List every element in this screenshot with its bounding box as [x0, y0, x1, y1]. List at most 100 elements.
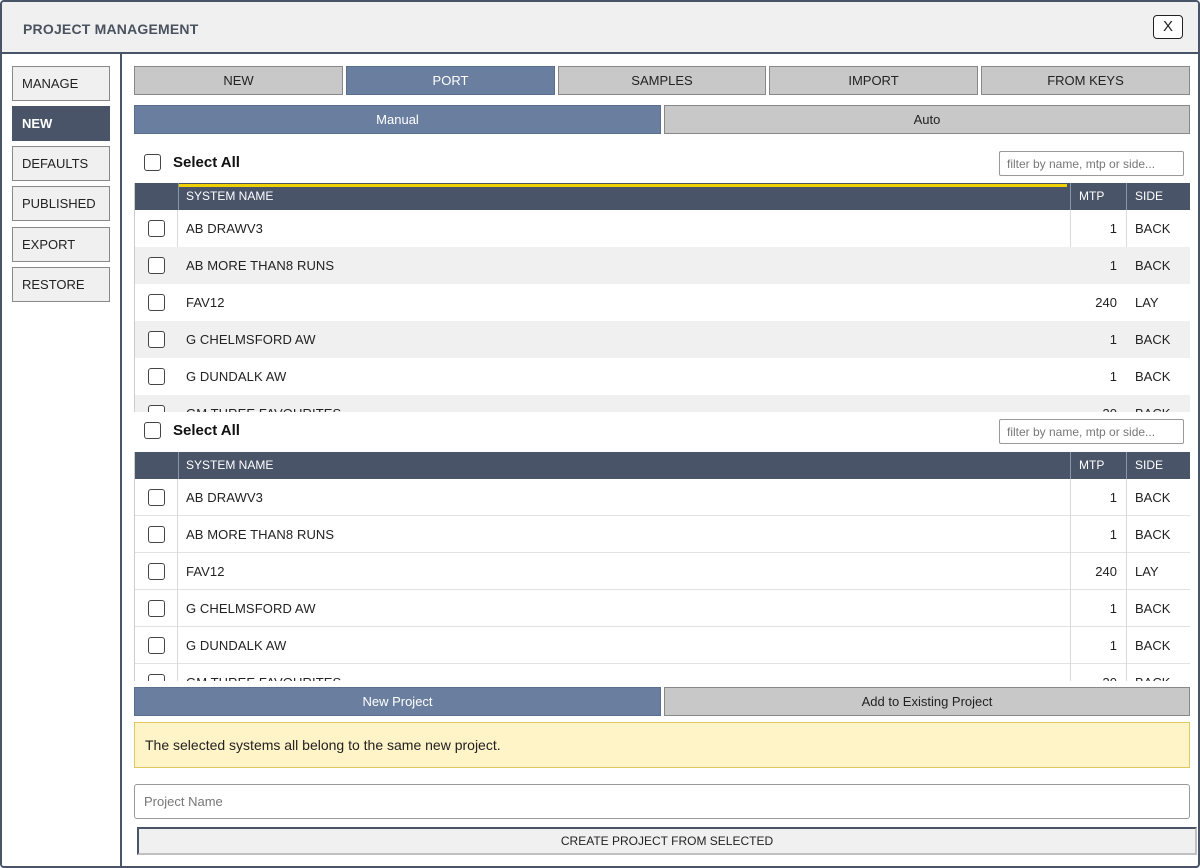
row-checkbox[interactable]	[148, 257, 165, 274]
table-row[interactable]: G DUNDALK AW 1 BACK	[135, 358, 1190, 395]
row-checkbox[interactable]	[148, 405, 165, 412]
row-mtp: 1	[1109, 490, 1117, 505]
row-system-name: AB MORE THAN8 RUNS	[186, 258, 335, 273]
row-mtp: 1	[1109, 601, 1117, 616]
tab-auto[interactable]: Auto	[664, 105, 1190, 134]
row-system-name: AB MORE THAN8 RUNS	[186, 527, 335, 542]
row-system-name: G CHELMSFORD AW	[186, 601, 316, 616]
row-system-name: GM THREE FAVOURITES	[186, 395, 341, 412]
row-system-name: AB DRAWV3	[186, 221, 263, 236]
sidebar-item-restore[interactable]: RESTORE	[12, 267, 110, 302]
row-checkbox[interactable]	[148, 294, 165, 311]
tab-port[interactable]: PORT	[346, 66, 555, 95]
add-to-existing-project-button[interactable]: Add to Existing Project	[664, 687, 1190, 716]
table-row[interactable]: G CHELMSFORD AW 1 BACK	[135, 590, 1190, 627]
filter-input-2[interactable]	[999, 419, 1184, 444]
project-management-dialog: PROJECT MANAGEMENT X MANAGE NEW DEFAULTS…	[0, 0, 1200, 868]
create-project-button[interactable]: CREATE PROJECT FROM SELECTED	[137, 827, 1197, 855]
table-row[interactable]: FAV12 240 LAY	[135, 284, 1190, 321]
tab-manual[interactable]: Manual	[134, 105, 661, 134]
table-row[interactable]: GM THREE FAVOURITES 30 BACK	[135, 395, 1190, 412]
sort-indicator	[179, 184, 1067, 187]
row-system-name: G CHELMSFORD AW	[186, 332, 316, 347]
row-checkbox[interactable]	[148, 526, 165, 543]
table-row[interactable]: FAV12 240 LAY	[135, 553, 1190, 590]
sidebar-item-new[interactable]: NEW	[12, 106, 110, 141]
new-project-button[interactable]: New Project	[134, 687, 661, 716]
table-row[interactable]: G DUNDALK AW 1 BACK	[135, 627, 1190, 664]
notice-message: The selected systems all belong to the s…	[134, 722, 1190, 768]
row-side: BACK	[1135, 664, 1170, 681]
row-mtp: 30	[1069, 664, 1117, 681]
grid-header-2: SYSTEM NAME MTP SIDE	[135, 452, 1190, 479]
systems-grid-2: SYSTEM NAME MTP SIDE AB DRAWV3 1 BACK AB…	[134, 452, 1190, 681]
row-mtp: 1	[1109, 221, 1117, 236]
row-system-name: GM THREE FAVOURITES	[186, 664, 341, 681]
filter-input-1[interactable]	[999, 151, 1184, 176]
column-header-mtp[interactable]: MTP	[1079, 452, 1104, 479]
tab-import[interactable]: IMPORT	[769, 66, 978, 95]
row-side: BACK	[1135, 527, 1171, 542]
table-row[interactable]: AB DRAWV3 1 BACK	[135, 479, 1190, 516]
grid-header-1: SYSTEM NAME MTP SIDE	[135, 183, 1190, 210]
table-row[interactable]: GM THREE FAVOURITES 30 BACK	[135, 664, 1190, 681]
row-checkbox[interactable]	[148, 674, 165, 681]
column-header-side[interactable]: SIDE	[1135, 183, 1163, 210]
table-row[interactable]: AB MORE THAN8 RUNS 1 BACK	[135, 247, 1190, 284]
sidebar-item-export[interactable]: EXPORT	[12, 227, 110, 262]
row-checkbox[interactable]	[148, 368, 165, 385]
table-row[interactable]: G CHELMSFORD AW 1 BACK	[135, 321, 1190, 358]
row-checkbox[interactable]	[148, 563, 165, 580]
sidebar-item-manage[interactable]: MANAGE	[12, 66, 110, 101]
title-bar: PROJECT MANAGEMENT X	[2, 2, 1198, 54]
tab-samples[interactable]: SAMPLES	[558, 66, 766, 95]
row-side: BACK	[1135, 369, 1171, 384]
row-side: BACK	[1135, 601, 1171, 616]
select-all-2: Select All	[144, 422, 240, 442]
row-mtp: 1	[1109, 527, 1117, 542]
table-row[interactable]: AB DRAWV3 1 BACK	[135, 210, 1190, 247]
select-all-checkbox-2[interactable]	[144, 422, 161, 440]
project-name-input[interactable]	[134, 784, 1190, 819]
systems-grid-1: SYSTEM NAME MTP SIDE AB DRAWV3 1 BACK AB…	[134, 183, 1190, 412]
row-mtp: 30	[1069, 395, 1117, 412]
close-button[interactable]: X	[1153, 15, 1183, 39]
row-mtp: 240	[1095, 564, 1117, 579]
row-side: BACK	[1135, 221, 1171, 236]
row-system-name: G DUNDALK AW	[186, 638, 287, 653]
column-header-side[interactable]: SIDE	[1135, 452, 1163, 479]
tab-new[interactable]: NEW	[134, 66, 343, 95]
row-checkbox[interactable]	[148, 600, 165, 617]
sidebar-item-defaults[interactable]: DEFAULTS	[12, 146, 110, 181]
row-mtp: 1	[1109, 638, 1117, 653]
row-side: LAY	[1135, 564, 1159, 579]
tab-from-keys[interactable]: FROM KEYS	[981, 66, 1190, 95]
row-system-name: G DUNDALK AW	[186, 369, 287, 384]
table-row[interactable]: AB MORE THAN8 RUNS 1 BACK	[135, 516, 1190, 553]
row-system-name: AB DRAWV3	[186, 490, 263, 505]
column-header-system-name[interactable]: SYSTEM NAME	[186, 452, 273, 479]
row-side: LAY	[1135, 295, 1159, 310]
row-mtp: 1	[1109, 258, 1117, 273]
row-side: BACK	[1135, 395, 1170, 412]
select-all-checkbox-1[interactable]	[144, 154, 161, 172]
column-header-mtp[interactable]: MTP	[1079, 183, 1104, 210]
row-side: BACK	[1135, 258, 1171, 273]
dialog-title: PROJECT MANAGEMENT	[23, 21, 199, 37]
row-system-name: FAV12	[186, 564, 225, 579]
row-mtp: 1	[1109, 332, 1117, 347]
row-side: BACK	[1135, 490, 1171, 505]
row-checkbox[interactable]	[148, 637, 165, 654]
row-side: BACK	[1135, 332, 1171, 347]
select-all-1: Select All	[144, 154, 240, 174]
column-header-system-name[interactable]: SYSTEM NAME	[186, 183, 273, 210]
row-mtp: 240	[1095, 295, 1117, 310]
select-all-label-2: Select All	[173, 422, 240, 439]
sidebar-item-published[interactable]: PUBLISHED	[12, 186, 110, 221]
select-all-label-1: Select All	[173, 154, 240, 171]
row-checkbox[interactable]	[148, 220, 165, 237]
row-checkbox[interactable]	[148, 331, 165, 348]
row-checkbox[interactable]	[148, 489, 165, 506]
row-system-name: FAV12	[186, 295, 225, 310]
row-side: BACK	[1135, 638, 1171, 653]
